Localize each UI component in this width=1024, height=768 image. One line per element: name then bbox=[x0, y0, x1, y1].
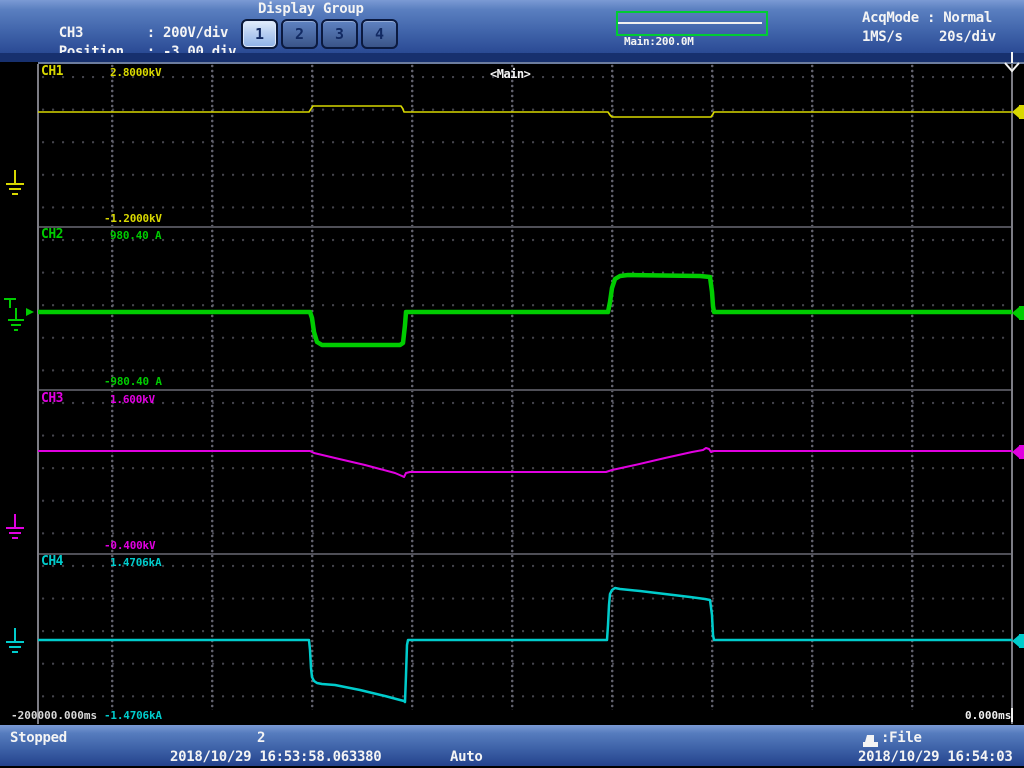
ch1-top-value: 2.8000kV bbox=[110, 66, 161, 79]
sample-rate-label: 1MS/s bbox=[862, 29, 903, 45]
acq-mode-label: AcqMode : Normal bbox=[862, 10, 992, 26]
ch3-bottom-value: -0.400kV bbox=[104, 539, 155, 552]
acquisition-window-position bbox=[618, 22, 762, 24]
ch3-position-arrow-icon bbox=[1012, 444, 1024, 464]
channel-divider-1 bbox=[38, 226, 1012, 228]
display-group-button-2[interactable]: 2 bbox=[281, 19, 318, 49]
waveform-display-area: <Main> CH1 2.8000kV -1.2000kV CH2 980.40… bbox=[0, 62, 1024, 725]
trigger-timestamp: 2018/10/29 16:53:58.063380 bbox=[170, 749, 381, 765]
ch4-top-value: 1.4706kA bbox=[110, 556, 161, 569]
plot-top-border bbox=[38, 62, 1024, 64]
system-clock: 2018/10/29 16:54:03 bbox=[858, 749, 1012, 765]
timebase-label: 20s/div bbox=[939, 29, 996, 45]
ch2-bottom-value: -980.40 A bbox=[104, 375, 162, 388]
display-group-title: Display Group bbox=[258, 1, 364, 17]
trigger-position-marker-icon bbox=[1002, 52, 1024, 80]
top-separator bbox=[0, 53, 1024, 62]
display-group-button-1[interactable]: 1 bbox=[241, 19, 278, 49]
plot-left-border bbox=[37, 64, 39, 724]
trigger-mode-label: Auto bbox=[450, 749, 483, 765]
top-bar: CH3: 200V/div Position: -3.00 div Displa… bbox=[0, 0, 1024, 53]
acquisition-window-indicator bbox=[616, 11, 768, 36]
status-bar: Stopped 2 2018/10/29 16:53:58.063380 Aut… bbox=[0, 725, 1024, 766]
ch2-trigger-ground-icon bbox=[2, 296, 34, 340]
time-right-label: 0.000ms bbox=[965, 709, 1011, 722]
main-zoom-label: <Main> bbox=[490, 67, 530, 81]
ch2-label: CH2 bbox=[41, 227, 63, 242]
channel-divider-2 bbox=[38, 389, 1012, 391]
record-length-label: Main:200.0M bbox=[624, 35, 694, 48]
display-group-buttons: 1 2 3 4 bbox=[241, 19, 398, 49]
display-group-button-4[interactable]: 4 bbox=[361, 19, 398, 49]
ch4-ground-icon bbox=[3, 628, 29, 662]
ch4-label: CH4 bbox=[41, 554, 63, 569]
channel-divider-3 bbox=[38, 553, 1012, 555]
time-left-label: -200000.000ms bbox=[11, 709, 97, 722]
run-state-label: Stopped bbox=[10, 730, 67, 746]
ch3-ground-icon bbox=[3, 514, 29, 548]
ch3-top-value: 1.600kV bbox=[110, 393, 155, 406]
oscilloscope-screen: CH3: 200V/div Position: -3.00 div Displa… bbox=[0, 0, 1024, 768]
plot-right-border bbox=[1011, 64, 1013, 724]
graticule-grid bbox=[38, 64, 1012, 710]
ch3-label: CH3 bbox=[41, 391, 63, 406]
ch2-top-value: 980.40 A bbox=[110, 229, 161, 242]
ch4-bottom-value: -1.4706kA bbox=[104, 709, 162, 722]
ch1-label: CH1 bbox=[41, 64, 63, 79]
display-group-button-3[interactable]: 3 bbox=[321, 19, 358, 49]
acquisition-count: 2 bbox=[257, 730, 265, 746]
ch1-bottom-value: -1.2000kV bbox=[104, 212, 162, 225]
ch1-position-arrow-icon bbox=[1012, 104, 1024, 124]
ch4-position-arrow-icon bbox=[1012, 633, 1024, 653]
ch2-position-arrow-icon bbox=[1012, 305, 1024, 325]
ch1-ground-icon bbox=[3, 170, 29, 204]
file-menu-label: :File bbox=[881, 730, 922, 746]
